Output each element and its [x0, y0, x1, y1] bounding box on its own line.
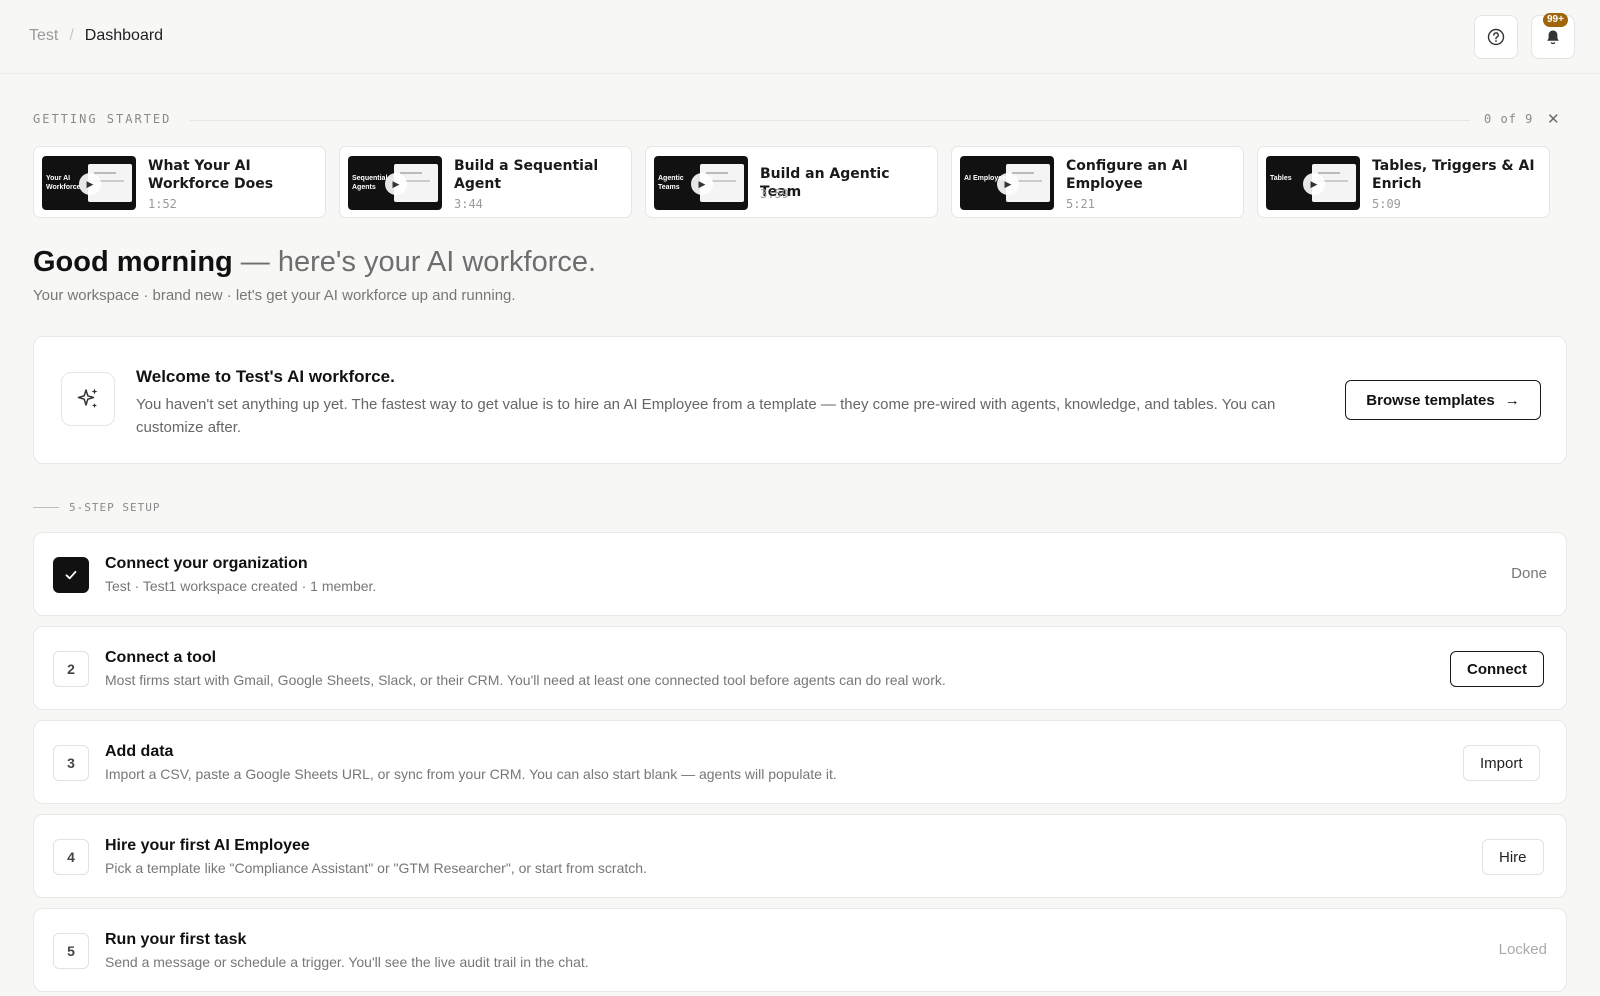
video-duration: 3:59: [760, 187, 789, 201]
setup-label-text: 5-STEP SETUP: [69, 501, 161, 514]
browse-templates-label: Browse templates: [1366, 391, 1495, 409]
step-description: Most firms start with Gmail, Google Shee…: [105, 672, 946, 688]
greeting-heading: Good morning — here's your AI workforce.: [33, 244, 596, 280]
greeting-light: — here's your AI workforce.: [232, 246, 597, 278]
help-button[interactable]: [1474, 15, 1518, 59]
video-card[interactable]: Agentic Teams ▶ Build an Agentic Team 3:…: [645, 146, 938, 218]
getting-started-title: GETTING STARTED: [33, 112, 172, 126]
getting-started-progress: 0 of 9: [1484, 112, 1534, 126]
setup-step-5: 5 Run your first task Send a message or …: [33, 908, 1567, 992]
play-icon: ▶: [1303, 173, 1325, 195]
step-title: Run your first task: [105, 931, 247, 948]
getting-started-divider: [190, 120, 1470, 121]
play-icon: ▶: [997, 173, 1019, 195]
step-title: Connect a tool: [105, 649, 217, 666]
play-icon: ▶: [385, 173, 407, 195]
welcome-card: Welcome to Test's AI workforce. You have…: [33, 336, 1567, 464]
video-card[interactable]: Tables ▶ Tables, Triggers & AI Enrich 5:…: [1257, 146, 1550, 218]
video-thumbnail: Tables ▶: [1266, 156, 1360, 210]
setup-step-1: Connect your organization Test · Test1 w…: [33, 532, 1567, 616]
question-circle-icon: [1487, 28, 1505, 46]
video-duration: 5:21: [1066, 197, 1095, 211]
step-description: Pick a template like "Compliance Assista…: [105, 860, 647, 876]
video-thumbnail: Agentic Teams ▶: [654, 156, 748, 210]
setup-step-4: 4 Hire your first AI Employee Pick a tem…: [33, 814, 1567, 898]
arrow-right-icon: →: [1504, 391, 1520, 409]
video-card[interactable]: Sequential Agents ▶ Build a Sequential A…: [339, 146, 632, 218]
step-title: Connect your organization: [105, 555, 308, 572]
welcome-description: You haven't set anything up yet. The fas…: [136, 396, 1276, 436]
step-description: Send a message or schedule a trigger. Yo…: [105, 954, 589, 970]
video-duration: 1:52: [148, 197, 177, 211]
video-card[interactable]: AI Employee ▶ Configure an AI Employee 5…: [951, 146, 1244, 218]
close-icon[interactable]: ✕: [1547, 110, 1560, 128]
top-bar: Test / Dashboard 99+: [0, 0, 1600, 74]
video-duration: 3:44: [454, 197, 483, 211]
step-status: Locked: [1498, 941, 1547, 958]
play-icon: ▶: [691, 173, 713, 195]
video-title: What Your AI Workforce Does: [148, 158, 274, 192]
bell-icon: [1547, 30, 1559, 45]
step-title: Add data: [105, 743, 174, 760]
step-status: Done: [1511, 565, 1547, 582]
hire-button[interactable]: Hire: [1482, 839, 1544, 875]
connect-button[interactable]: Connect: [1450, 651, 1544, 687]
import-button[interactable]: Import: [1463, 745, 1540, 781]
notification-badge: 99+: [1543, 13, 1568, 27]
video-thumbnail: Your AI Workforce ▶: [42, 156, 136, 210]
setup-step-3: 3 Add data Import a CSV, paste a Google …: [33, 720, 1567, 804]
step-title: Hire your first AI Employee: [105, 837, 310, 854]
video-title: Tables, Triggers & AI Enrich: [1372, 158, 1535, 192]
setup-step-2: 2 Connect a tool Most firms start with G…: [33, 626, 1567, 710]
greeting-strong: Good morning: [33, 246, 233, 278]
video-title: Configure an AI Employee: [1066, 158, 1188, 192]
step-number: 4: [53, 839, 89, 875]
setup-section-label: 5-STEP SETUP: [33, 501, 160, 514]
breadcrumb-parent[interactable]: Test: [29, 27, 58, 45]
breadcrumb-current: Dashboard: [84, 27, 164, 44]
breadcrumb: Test / Dashboard: [29, 27, 163, 45]
greeting-subline: Your workspace · brand new · let's get y…: [33, 287, 516, 304]
step-number: 3: [53, 745, 89, 781]
video-thumbnail: Sequential Agents ▶: [348, 156, 442, 210]
video-card[interactable]: Your AI Workforce ▶ What Your AI Workfor…: [33, 146, 326, 218]
video-duration: 5:09: [1372, 197, 1401, 211]
sparkles-icon: [61, 372, 115, 426]
setup-dash: [33, 507, 59, 508]
notifications-button[interactable]: 99+: [1531, 13, 1575, 59]
video-title: Build a Sequential Agent: [454, 158, 599, 192]
video-thumbnail: AI Employee ▶: [960, 156, 1054, 210]
check-icon: [53, 557, 89, 593]
browse-templates-button[interactable]: Browse templates →: [1345, 380, 1541, 420]
step-description: Import a CSV, paste a Google Sheets URL,…: [105, 766, 837, 782]
step-number: 2: [53, 651, 89, 687]
step-number: 5: [53, 933, 89, 969]
welcome-title: Welcome to Test's AI workforce.: [136, 367, 395, 386]
video-carousel: Your AI Workforce ▶ What Your AI Workfor…: [33, 146, 1567, 218]
breadcrumb-separator: /: [69, 27, 74, 44]
step-description: Test · Test1 workspace created · 1 membe…: [105, 578, 377, 594]
play-icon: ▶: [79, 173, 101, 195]
